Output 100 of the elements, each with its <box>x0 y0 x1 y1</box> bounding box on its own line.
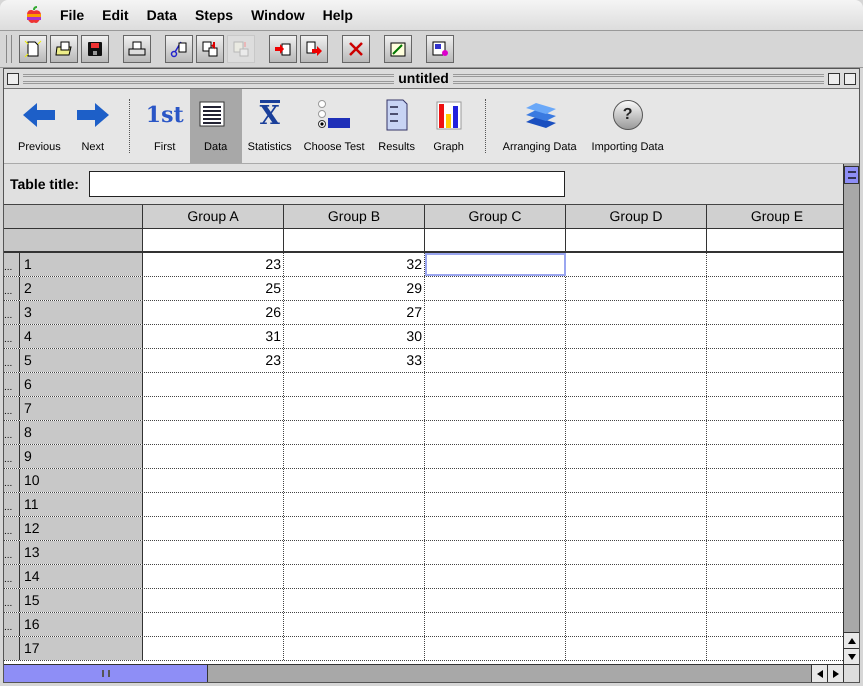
step-button[interactable]: Graph <box>422 89 475 163</box>
zoom-box[interactable] <box>844 72 856 84</box>
row-handle[interactable]: ... <box>4 301 20 324</box>
step-button[interactable]: Arranging Data <box>496 89 584 163</box>
horizontal-scrollbar[interactable] <box>4 664 843 682</box>
table-cell[interactable]: 30 <box>284 325 425 348</box>
toolbar-button[interactable] <box>300 35 328 63</box>
down-triangle-icon <box>848 654 856 660</box>
up-triangle-icon <box>848 638 856 644</box>
row-handle[interactable]: ... <box>4 469 20 492</box>
table-cell[interactable] <box>425 253 566 276</box>
table-cell[interactable]: 33 <box>284 349 425 372</box>
row-number: 16 <box>23 615 40 634</box>
column-header[interactable]: Group D <box>566 205 707 228</box>
resize-grip[interactable] <box>844 664 859 682</box>
row-number: 12 <box>23 519 40 538</box>
menu-item[interactable]: Edit <box>102 4 129 26</box>
table-cell[interactable]: 26 <box>143 301 284 324</box>
step-button[interactable]: ? Importing Data <box>584 89 672 163</box>
scrollbar-thumb[interactable] <box>4 665 208 682</box>
toolbar-button[interactable] <box>196 35 224 63</box>
toolbar-button[interactable] <box>81 35 109 63</box>
step-button[interactable]: Choose Test <box>298 89 371 163</box>
paste-icon <box>231 39 251 59</box>
row-handle[interactable]: ... <box>4 253 20 276</box>
scroll-down-button[interactable] <box>844 648 859 664</box>
row-handle[interactable]: ... <box>4 565 20 588</box>
step-button[interactable]: X Statistics <box>242 89 298 163</box>
table-cell[interactable]: 29 <box>284 277 425 300</box>
row-number: 3 <box>23 303 32 322</box>
step-button[interactable]: Previous <box>12 89 67 163</box>
table-cell[interactable]: 27 <box>284 301 425 324</box>
collapse-box[interactable] <box>828 72 840 84</box>
copy-icon <box>200 39 220 59</box>
row-handle[interactable]: ... <box>4 445 20 468</box>
table-cell[interactable]: 23 <box>143 253 284 276</box>
window-title: untitled <box>398 69 449 88</box>
scissors-icon <box>169 39 189 59</box>
row-number: 15 <box>23 591 40 610</box>
row-handle[interactable]: ... <box>4 421 20 444</box>
table-title-label: Table title: <box>10 174 79 194</box>
step-button[interactable]: Data <box>190 89 242 163</box>
row-number: 11 <box>23 495 39 514</box>
toolbar-button[interactable] <box>165 35 193 63</box>
row-handle[interactable]: ... <box>4 397 20 420</box>
column-header[interactable]: Group E <box>707 205 843 228</box>
toolbar-button[interactable] <box>426 35 454 63</box>
toolbar-button[interactable] <box>19 35 47 63</box>
row-number: 9 <box>23 447 32 466</box>
table-cell[interactable]: 23 <box>143 349 284 372</box>
row-handle[interactable]: ... <box>4 589 20 612</box>
step-button[interactable]: Results <box>370 89 423 163</box>
first-step-icon: 1st <box>146 104 184 126</box>
table-cell[interactable]: 25 <box>143 277 284 300</box>
scroll-right-button[interactable] <box>827 665 843 682</box>
row-handle[interactable]: ... <box>4 517 20 540</box>
apple-icon[interactable] <box>26 6 42 24</box>
right-triangle-icon <box>832 670 838 678</box>
help-icon: ? <box>612 100 643 130</box>
menu-item[interactable]: Steps <box>194 4 234 26</box>
row-handle[interactable]: ... <box>4 493 20 516</box>
menu-item[interactable]: Help <box>322 4 353 26</box>
menu-item[interactable]: Data <box>146 4 177 26</box>
row-number: 2 <box>23 279 32 298</box>
scrollbar-thumb[interactable] <box>844 166 859 184</box>
toolbar-button[interactable] <box>123 35 151 63</box>
step-button[interactable]: 1st First <box>140 89 190 163</box>
row-number: 4 <box>23 327 32 346</box>
new-document-icon <box>23 39 43 59</box>
vertical-scrollbar[interactable] <box>843 164 859 682</box>
row-number: 1 <box>23 255 32 274</box>
toolbar-button[interactable] <box>50 35 78 63</box>
row-handle[interactable]: ... <box>4 541 20 564</box>
close-box[interactable] <box>7 72 19 84</box>
column-header[interactable]: Group C <box>425 205 566 228</box>
scroll-left-button[interactable] <box>811 665 827 682</box>
toolbar-button[interactable] <box>384 35 412 63</box>
table-cell[interactable]: 32 <box>284 253 425 276</box>
step-button[interactable]: Next <box>66 89 119 163</box>
row-number: 13 <box>23 543 40 562</box>
scroll-up-button[interactable] <box>844 632 859 648</box>
row-handle[interactable]: ... <box>4 373 20 396</box>
row-number: 7 <box>23 399 32 418</box>
table-title-field[interactable] <box>88 171 565 197</box>
row-handle[interactable]: ... <box>4 325 20 348</box>
left-triangle-icon <box>816 670 822 678</box>
row-handle[interactable]: ... <box>4 349 20 372</box>
menu-item[interactable]: File <box>60 4 84 26</box>
table-cell[interactable]: 31 <box>143 325 284 348</box>
row-number: 17 <box>23 639 40 658</box>
row-number: 5 <box>23 351 32 370</box>
row-handle[interactable]: ... <box>4 277 20 300</box>
row-handle[interactable]: ... <box>4 613 20 636</box>
row-number: 6 <box>23 375 32 394</box>
column-header[interactable]: Group A <box>143 205 284 228</box>
export-arrow-icon <box>304 39 324 59</box>
toolbar-button[interactable] <box>269 35 297 63</box>
column-header[interactable]: Group B <box>284 205 425 228</box>
menu-item[interactable]: Window <box>251 4 305 26</box>
row-number: 10 <box>23 471 40 490</box>
